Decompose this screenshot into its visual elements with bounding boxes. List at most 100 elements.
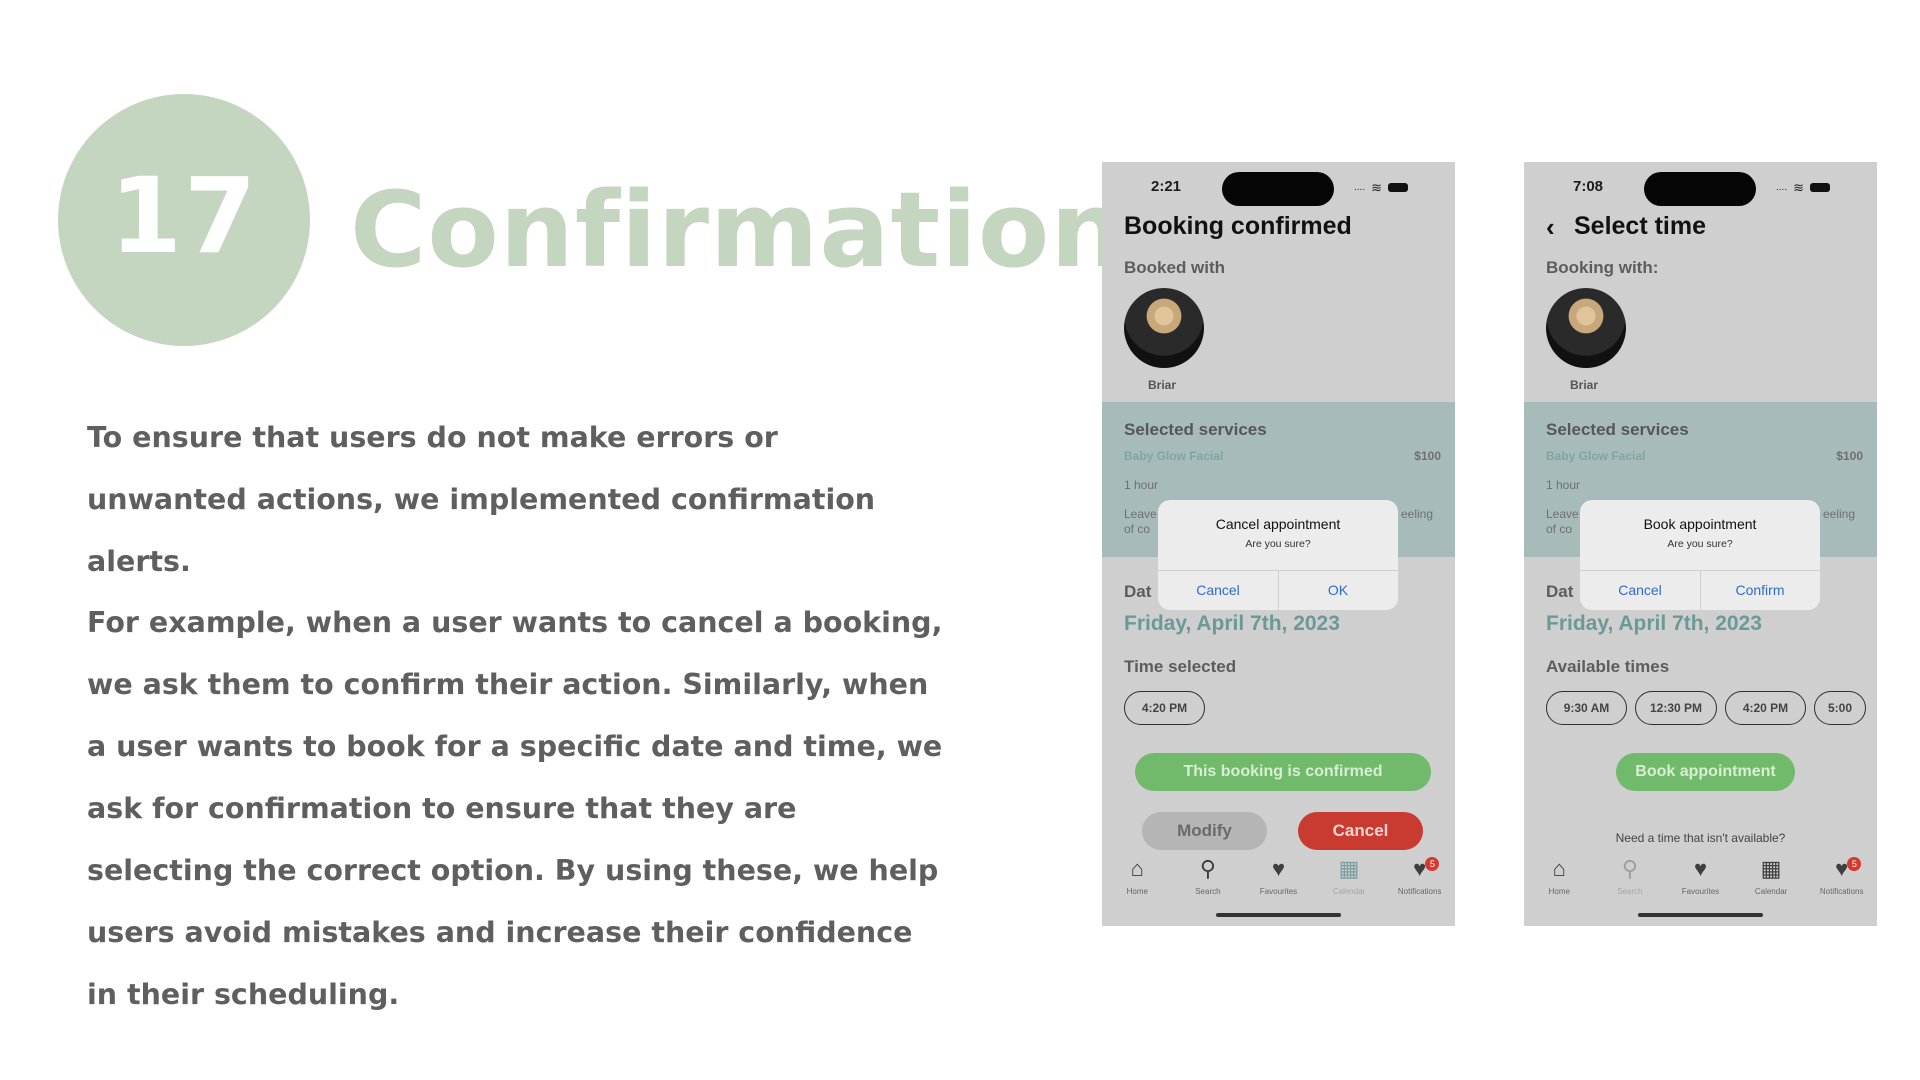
- back-chevron-icon[interactable]: ‹: [1546, 212, 1555, 243]
- alert-ok-button[interactable]: OK: [1278, 570, 1398, 610]
- time-chip[interactable]: 12:30 PM: [1635, 691, 1717, 725]
- time-chip[interactable]: 9:30 AM: [1546, 691, 1627, 725]
- book-appointment-alert: Book appointment Are you sure? Cancel Co…: [1580, 500, 1820, 610]
- tab-search[interactable]: ⚲ Search: [1595, 855, 1666, 905]
- calendar-icon: ▦: [1338, 856, 1360, 881]
- tab-calendar-label: Calendar: [1332, 887, 1366, 896]
- home-indicator: [1638, 913, 1763, 917]
- screen-title: Select time: [1574, 212, 1707, 240]
- tab-notifications-label: Notifications: [1397, 887, 1442, 896]
- calendar-icon: ▦: [1760, 856, 1782, 881]
- service-note-right: eeling: [1400, 507, 1433, 521]
- tab-favourites-label: Favourites: [1681, 887, 1720, 896]
- selected-services-title: Selected services: [1124, 420, 1267, 439]
- notification-badge: 5: [1425, 857, 1440, 871]
- search-icon: ⚲: [1621, 856, 1638, 881]
- date-label: Dat: [1546, 582, 1574, 601]
- time-selected-chip: 4:20 PM: [1124, 691, 1205, 725]
- tab-calendar[interactable]: ▦ Calendar: [1736, 855, 1807, 905]
- tab-notifications[interactable]: ♥ 5 Notifications: [1384, 855, 1455, 905]
- date-value: Friday, April 7th, 2023: [1124, 612, 1340, 635]
- tab-search-label: Search: [1195, 887, 1221, 896]
- battery-icon: [1388, 183, 1409, 192]
- time-selected-label: Time selected: [1124, 657, 1237, 676]
- service-note-right: eeling: [1822, 507, 1855, 521]
- alert-cancel-button[interactable]: Cancel: [1158, 570, 1278, 610]
- tab-search[interactable]: ⚲ Search: [1173, 855, 1244, 905]
- battery-icon: [1810, 183, 1831, 192]
- slide-number: 17: [109, 155, 259, 277]
- tab-home-label: Home: [1126, 887, 1148, 896]
- cancel-booking-button[interactable]: Cancel: [1298, 812, 1423, 850]
- dynamic-island: [1644, 172, 1756, 206]
- alert-title: Cancel appointment: [1215, 516, 1341, 532]
- home-indicator: [1216, 913, 1341, 917]
- time-chip[interactable]: 4:20 PM: [1725, 691, 1806, 725]
- tab-bar: ⌂ Home ⚲ Search ♥ Favourites ▦ Calendar …: [1524, 855, 1877, 905]
- alert-message: Are you sure?: [1667, 538, 1733, 550]
- search-icon: ⚲: [1199, 856, 1216, 881]
- wifi-icon: ≋: [1793, 180, 1805, 195]
- intro-paragraph: To ensure that users do not make errors …: [87, 421, 876, 578]
- service-note-left-line2: of co: [1124, 522, 1151, 536]
- status-time: 7:08: [1573, 178, 1604, 195]
- tab-favourites[interactable]: ♥ Favourites: [1243, 855, 1314, 905]
- heart-icon: ♥: [1693, 856, 1708, 881]
- service-note-left: Leave of co: [1546, 507, 1579, 537]
- need-time-link[interactable]: Need a time that isn't available?: [1524, 831, 1877, 845]
- service-name: Baby Glow Facial: [1546, 449, 1646, 463]
- home-icon: ⌂: [1130, 856, 1144, 881]
- alert-message: Are you sure?: [1245, 538, 1311, 550]
- selected-services-title: Selected services: [1546, 420, 1689, 439]
- bell-icon: ♥: [1413, 856, 1427, 881]
- notification-badge: 5: [1847, 857, 1862, 871]
- phone-select-time: 7:08 .... ≋ ‹ Select time Booking with: …: [1524, 162, 1877, 926]
- tab-calendar-label: Calendar: [1754, 887, 1788, 896]
- tab-home[interactable]: ⌂ Home: [1524, 855, 1595, 905]
- example-paragraph: For example, when a user wants to cancel…: [87, 606, 943, 1011]
- alert-cancel-button[interactable]: Cancel: [1580, 570, 1700, 610]
- tab-favourites-label: Favourites: [1259, 887, 1298, 896]
- status-icons: .... ≋: [1354, 180, 1409, 195]
- service-duration: 1 hour: [1546, 478, 1581, 492]
- wifi-icon: ≋: [1371, 180, 1383, 195]
- service-duration: 1 hour: [1124, 478, 1159, 492]
- modify-button[interactable]: Modify: [1142, 812, 1267, 850]
- phone-booking-confirmed: 2:21 .... ≋ Booking confirmed Booked wit…: [1102, 162, 1455, 926]
- tab-calendar[interactable]: ▦ Calendar: [1314, 855, 1385, 905]
- alert-confirm-button[interactable]: Confirm: [1700, 570, 1820, 610]
- time-chip[interactable]: 5:00: [1814, 691, 1866, 725]
- service-name: Baby Glow Facial: [1124, 449, 1224, 463]
- date-label: Dat: [1124, 582, 1152, 601]
- service-note-left-line1: Leave: [1546, 507, 1579, 521]
- booked-with-label: Booked with: [1124, 258, 1226, 277]
- service-price: $100: [1836, 449, 1863, 463]
- date-value: Friday, April 7th, 2023: [1546, 612, 1762, 635]
- book-appointment-button[interactable]: Book appointment: [1616, 753, 1795, 791]
- service-price: $100: [1414, 449, 1441, 463]
- home-icon: ⌂: [1552, 856, 1566, 881]
- tab-search-label: Search: [1617, 887, 1643, 896]
- status-time: 2:21: [1151, 178, 1182, 195]
- available-times-label: Available times: [1546, 657, 1670, 676]
- bell-icon: ♥: [1835, 856, 1849, 881]
- provider-avatar[interactable]: [1546, 288, 1626, 368]
- booking-confirmed-banner: This booking is confirmed: [1135, 753, 1431, 791]
- signal-dots-icon: ....: [1354, 182, 1366, 193]
- signal-dots-icon: ....: [1776, 182, 1788, 193]
- cancel-appointment-alert: Cancel appointment Are you sure? Cancel …: [1158, 500, 1398, 610]
- tab-bar: ⌂ Home ⚲ Search ♥ Favourites ▦ Calendar …: [1102, 855, 1455, 905]
- provider-name: Briar: [1148, 378, 1177, 392]
- booking-with-label: Booking with:: [1546, 258, 1659, 277]
- status-icons: .... ≋: [1776, 180, 1831, 195]
- service-note-left: Leave of co: [1124, 507, 1157, 537]
- service-note-left-line1: Leave: [1124, 507, 1157, 521]
- provider-name: Briar: [1570, 378, 1599, 392]
- heart-icon: ♥: [1271, 856, 1286, 881]
- slide-title: Confirmation: [350, 169, 1126, 291]
- provider-avatar[interactable]: [1124, 288, 1204, 368]
- tab-notifications[interactable]: ♥ 5 Notifications: [1806, 855, 1877, 905]
- tab-home[interactable]: ⌂ Home: [1102, 855, 1173, 905]
- screen-title: Booking confirmed: [1124, 212, 1352, 240]
- tab-favourites[interactable]: ♥ Favourites: [1665, 855, 1736, 905]
